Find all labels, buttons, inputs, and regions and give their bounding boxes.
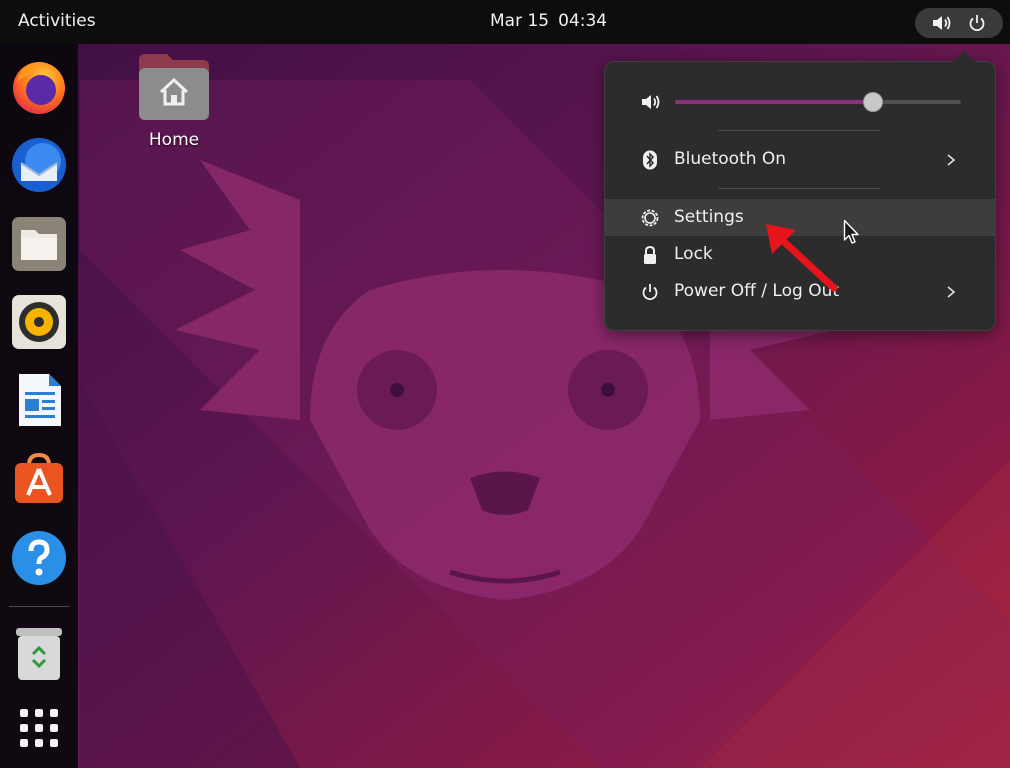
power-icon: [969, 15, 985, 32]
clock-button[interactable]: Mar 15 04:34: [490, 11, 607, 31]
dock-item-help[interactable]: [9, 528, 69, 588]
bluetooth-label: Bluetooth On: [674, 149, 787, 169]
settings-gear-icon: [641, 209, 659, 227]
help-icon: [12, 531, 66, 585]
dock-item-thunderbird[interactable]: [9, 135, 69, 195]
menu-item-bluetooth[interactable]: Bluetooth On: [605, 141, 995, 178]
dock-item-libreoffice-writer[interactable]: [9, 370, 69, 430]
volume-slider-fill: [675, 100, 873, 104]
show-applications-icon: [20, 709, 58, 747]
libreoffice-writer-icon: [19, 374, 61, 426]
red-annotation-arrow-icon: [766, 224, 838, 292]
dock-item-firefox[interactable]: [9, 56, 69, 116]
desktop-home-label: Home: [148, 130, 200, 150]
dock: [0, 44, 78, 768]
home-folder-icon: [139, 54, 209, 120]
bluetooth-icon: [643, 150, 657, 170]
menu-separator: [718, 130, 880, 131]
top-bar: Activities Mar 15 04:34: [0, 0, 1010, 44]
settings-label: Settings: [674, 207, 744, 227]
dock-item-ubuntu-software[interactable]: [9, 449, 69, 509]
volume-slider-handle[interactable]: [863, 92, 884, 112]
files-icon: [12, 217, 66, 271]
system-menu-arrow: [953, 51, 975, 62]
volume-row: [605, 84, 995, 120]
activities-button[interactable]: Activities: [18, 11, 96, 31]
dock-separator: [9, 606, 69, 607]
dock-item-files[interactable]: [9, 214, 69, 274]
firefox-icon: [13, 62, 65, 114]
mouse-pointer-icon: [843, 219, 859, 244]
ubuntu-software-icon: [15, 452, 63, 503]
chevron-right-icon: [947, 286, 956, 298]
system-status-button[interactable]: [915, 8, 1003, 38]
volume-slider[interactable]: [675, 92, 961, 112]
clock-date: Mar 15: [490, 11, 550, 31]
power-icon: [642, 284, 658, 301]
rhythmbox-icon: [12, 295, 66, 349]
menu-separator: [718, 188, 880, 189]
dock-item-trash[interactable]: [9, 624, 69, 684]
speaker-icon: [642, 95, 660, 109]
show-applications-button[interactable]: [9, 698, 69, 758]
clock-time: 04:34: [558, 11, 608, 31]
desktop-home-icon[interactable]: Home: [130, 52, 218, 162]
lock-icon: [644, 245, 656, 264]
speaker-icon: [933, 16, 951, 30]
lock-label: Lock: [674, 244, 713, 264]
thunderbird-icon: [12, 138, 66, 192]
chevron-right-icon: [947, 154, 956, 166]
trash-icon: [16, 628, 62, 680]
dock-item-rhythmbox[interactable]: [9, 292, 69, 352]
